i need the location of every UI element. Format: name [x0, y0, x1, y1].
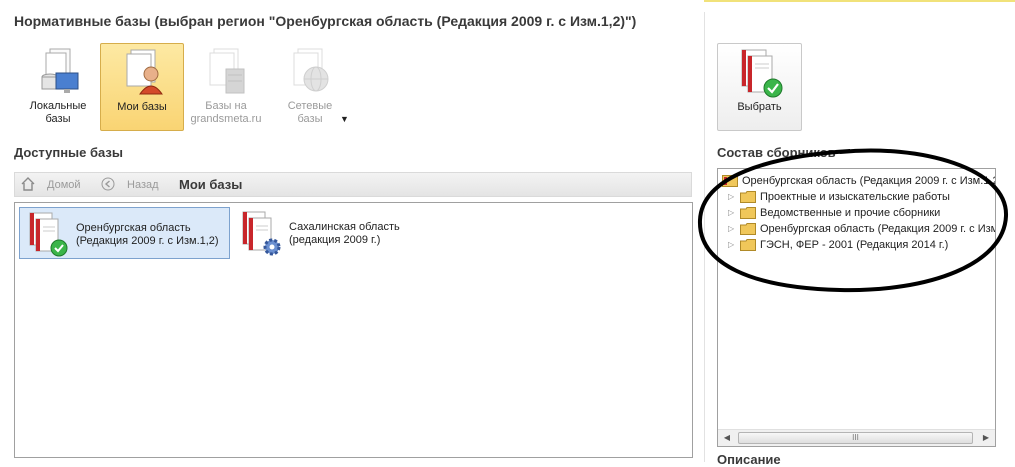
books-check-icon — [29, 212, 68, 257]
scroll-right-icon[interactable]: ▶ — [979, 431, 993, 445]
grandsmeta-bases-label: Базы на grandsmeta.ru — [190, 100, 262, 125]
select-button[interactable]: Выбрать — [717, 43, 802, 131]
tree-node-label: Ведомственные и прочие сборники — [760, 207, 941, 219]
collections-title: Состав сборников — [717, 145, 836, 160]
home-link[interactable]: Домой — [47, 179, 81, 191]
expand-icon[interactable]: ▷ — [728, 237, 738, 253]
expand-icon[interactable]: ▷ — [728, 189, 738, 205]
tree-node-label: Оренбургская область (Редакция 2009 г. с… — [760, 223, 996, 235]
select-button-label: Выбрать — [737, 101, 782, 113]
tree-node-label: Проектные и изыскательские работы — [760, 191, 950, 203]
database-item-sakhalin[interactable]: Сахалинская область (редакция 2009 г.) — [233, 207, 453, 259]
horizontal-scrollbar[interactable]: ◀ III ▶ — [718, 429, 995, 446]
local-bases-button[interactable]: Локальные базы — [16, 43, 100, 131]
back-link[interactable]: Назад — [127, 179, 159, 191]
tree-node-label: Оренбургская область (Редакция 2009 г. с… — [742, 175, 996, 187]
back-icon[interactable] — [101, 177, 115, 191]
scroll-thumb[interactable]: III — [738, 432, 973, 444]
page-title: Нормативные базы (выбран регион "Оренбур… — [14, 13, 637, 29]
folder-icon — [740, 239, 756, 251]
collections-tree: Оренбургская область (Редакция 2009 г. с… — [717, 168, 996, 447]
tree-node-label: ГЭСН, ФЕР - 2001 (Редакция 2014 г.) — [760, 239, 949, 251]
folder-icon — [740, 207, 756, 219]
books-check-icon — [741, 49, 783, 98]
panel-divider — [704, 12, 705, 462]
folder-icon — [740, 191, 756, 203]
computer-database-icon — [41, 48, 79, 93]
database-label: Оренбургская область (Редакция 2009 г. с… — [76, 222, 219, 247]
grandsmeta-bases-button[interactable]: Базы на grandsmeta.ru — [184, 43, 268, 131]
home-icon[interactable] — [21, 177, 35, 191]
description-title: Описание — [717, 452, 781, 467]
user-database-icon — [126, 49, 163, 95]
server-database-icon — [209, 48, 245, 94]
expand-icon[interactable]: ▷ — [728, 205, 738, 221]
database-folder-icon — [722, 175, 738, 187]
books-gear-icon — [242, 211, 281, 256]
folder-icon — [740, 223, 756, 235]
available-bases-list: Оренбургская область (Редакция 2009 г. с… — [14, 202, 693, 458]
navigation-bar: Домой Назад Мои базы — [14, 172, 692, 197]
database-label: Сахалинская область (редакция 2009 г.) — [289, 221, 400, 246]
breadcrumb-current: Мои базы — [179, 177, 243, 192]
network-globe-icon — [293, 48, 329, 92]
scroll-left-icon[interactable]: ◀ — [720, 431, 734, 445]
local-bases-label: Локальные базы — [29, 100, 87, 125]
database-item-orenburg[interactable]: Оренбургская область (Редакция 2009 г. с… — [19, 207, 230, 259]
more-dropdown-icon[interactable]: ▼ — [340, 114, 349, 124]
window-top-border — [704, 0, 1015, 5]
available-bases-title: Доступные базы — [14, 145, 123, 160]
expand-icon[interactable]: ▷ — [728, 221, 738, 237]
my-bases-label: Мои базы — [117, 101, 167, 113]
my-bases-button[interactable]: Мои базы — [100, 43, 184, 131]
